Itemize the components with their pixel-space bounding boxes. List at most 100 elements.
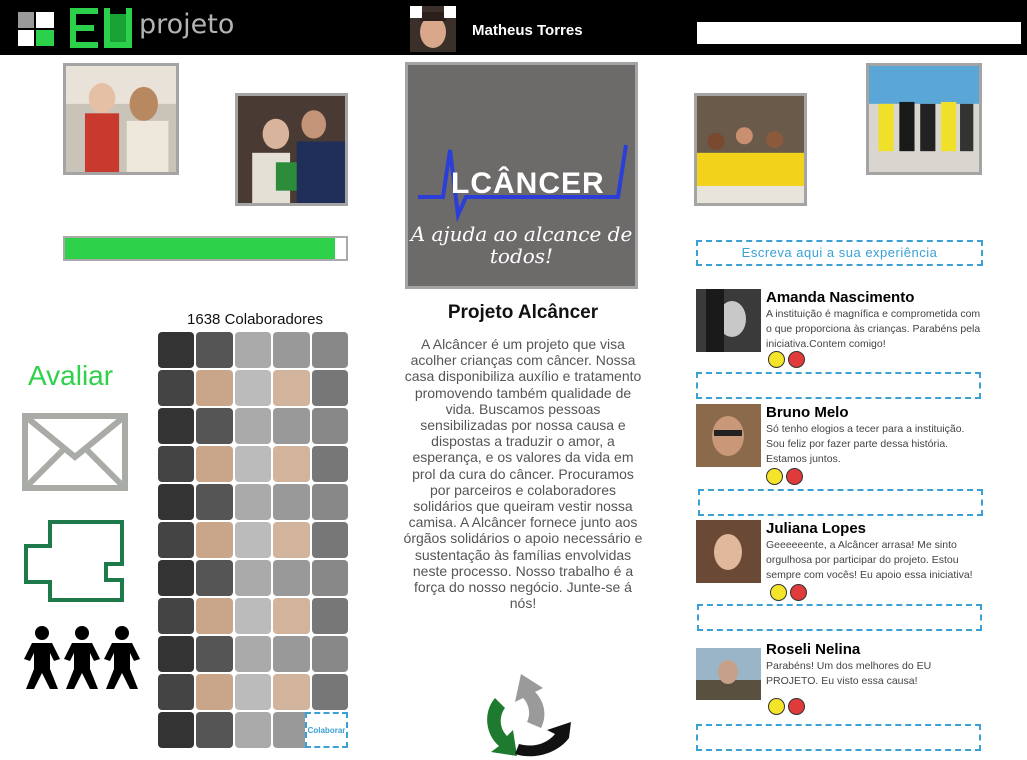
experience-input[interactable]: Escreva aqui a sua experiência	[696, 240, 983, 266]
commenter-avatar[interactable]	[696, 289, 761, 352]
recycle-icon[interactable]	[473, 668, 573, 760]
logo-eu-badge[interactable]	[70, 8, 132, 48]
collaborator-avatar[interactable]	[311, 636, 348, 672]
collaborator-avatar[interactable]	[158, 674, 195, 710]
commenter-avatar[interactable]	[696, 520, 761, 583]
collaborator-avatar[interactable]	[234, 712, 272, 748]
project-photo[interactable]	[694, 93, 807, 206]
commenter-avatar[interactable]	[696, 648, 761, 700]
reply-input[interactable]	[698, 489, 983, 516]
collaborator-avatar[interactable]	[273, 560, 310, 596]
collaborator-avatar[interactable]	[311, 446, 348, 482]
project-brand-card: LCÂNCER A ajuda ao alcance de todos!	[405, 62, 638, 289]
collaborator-avatar[interactable]	[273, 332, 310, 368]
collaborator-avatar[interactable]	[234, 484, 272, 520]
collaborator-avatar[interactable]	[196, 484, 233, 520]
dislike-smiley-icon[interactable]	[786, 468, 803, 485]
commenter-name[interactable]: Juliana Lopes	[766, 520, 866, 537]
collaborator-avatar[interactable]	[311, 674, 348, 710]
collaborator-avatar[interactable]	[234, 598, 272, 634]
collaborator-avatar[interactable]	[158, 522, 195, 558]
collaborator-avatar[interactable]	[311, 370, 348, 406]
collaborator-avatar[interactable]	[158, 712, 195, 748]
collaborator-avatar[interactable]	[311, 598, 348, 634]
progress-fill	[65, 238, 335, 259]
collaborator-avatar[interactable]	[196, 560, 233, 596]
collaborator-avatar[interactable]	[311, 560, 348, 596]
dislike-smiley-icon[interactable]	[790, 584, 807, 601]
collaborator-avatar[interactable]	[158, 598, 195, 634]
collaborate-button[interactable]: Colaborar	[305, 712, 348, 748]
collaborator-avatar[interactable]	[273, 370, 310, 406]
like-smiley-icon[interactable]	[770, 584, 787, 601]
like-smiley-icon[interactable]	[768, 698, 785, 715]
collaborator-avatar[interactable]	[234, 560, 272, 596]
comment-text: Geeeeeente, a Alcâncer arrasa! Me sinto …	[766, 539, 973, 581]
collaborator-avatar[interactable]	[273, 446, 310, 482]
comment-item: Amanda Nascimento A instituição é magníf…	[696, 289, 991, 369]
dislike-smiley-icon[interactable]	[788, 698, 805, 715]
logo-text[interactable]: projeto	[139, 9, 234, 40]
collaborator-avatar[interactable]	[158, 446, 195, 482]
collaborator-avatar[interactable]	[234, 332, 272, 368]
collaborator-avatar[interactable]	[234, 446, 272, 482]
reply-input[interactable]	[697, 604, 982, 631]
comment-item: Bruno Melo Só tenho elogios a tecer para…	[696, 404, 991, 485]
commenter-name[interactable]: Roseli Nelina	[766, 641, 860, 658]
reply-input[interactable]	[696, 372, 981, 399]
collaborator-avatar[interactable]	[158, 636, 195, 672]
dislike-smiley-icon[interactable]	[788, 351, 805, 368]
collaborator-avatar[interactable]	[234, 408, 272, 444]
collaborator-avatar[interactable]	[273, 636, 310, 672]
like-smiley-icon[interactable]	[766, 468, 783, 485]
collaborator-avatar[interactable]	[158, 370, 195, 406]
collaborator-avatar[interactable]	[196, 370, 233, 406]
collaborator-avatar[interactable]	[234, 636, 272, 672]
user-name[interactable]: Matheus Torres	[472, 22, 583, 39]
search-input[interactable]	[697, 22, 1021, 44]
collaborator-avatar[interactable]	[196, 598, 233, 634]
collaborator-avatar[interactable]	[158, 408, 195, 444]
puzzle-piece-icon[interactable]	[22, 518, 128, 604]
project-photo[interactable]	[235, 93, 348, 206]
envelope-icon[interactable]	[22, 413, 128, 491]
collaborator-avatar[interactable]	[196, 408, 233, 444]
collaborators-count: 1638 Colaboradores	[187, 311, 323, 328]
like-smiley-icon[interactable]	[768, 351, 785, 368]
comment-item: Juliana Lopes Geeeeeente, a Alcâncer arr…	[696, 520, 991, 604]
rate-label[interactable]: Avaliar	[28, 360, 113, 392]
collaborator-avatar[interactable]	[196, 674, 233, 710]
logo-squares-icon	[18, 12, 54, 46]
collaborator-avatar[interactable]	[196, 636, 233, 672]
collaborator-avatar[interactable]	[273, 598, 310, 634]
collaborator-avatar[interactable]	[273, 484, 310, 520]
collaborator-avatar[interactable]	[311, 522, 348, 558]
collaborator-avatar[interactable]	[196, 332, 233, 368]
project-photo[interactable]	[866, 63, 982, 175]
collaborator-avatar[interactable]	[311, 332, 348, 368]
reply-input[interactable]	[696, 724, 981, 751]
collaborator-avatar[interactable]	[196, 522, 233, 558]
collaborator-avatar[interactable]	[311, 408, 348, 444]
people-group-icon[interactable]	[22, 625, 144, 691]
collaborator-avatar[interactable]	[158, 332, 195, 368]
project-photo[interactable]	[63, 63, 179, 175]
collaborator-avatar[interactable]	[196, 446, 233, 482]
commenter-name[interactable]: Bruno Melo	[766, 404, 849, 421]
collaborator-avatar[interactable]	[158, 484, 195, 520]
user-avatar[interactable]	[410, 6, 456, 52]
collaborator-avatar[interactable]	[234, 370, 272, 406]
collaborator-avatar[interactable]	[311, 484, 348, 520]
collaborator-avatar[interactable]	[196, 712, 233, 748]
project-description: A Alcâncer é um projeto que visa acolher…	[403, 336, 643, 612]
collaborator-avatar[interactable]	[273, 674, 310, 710]
brand-tagline: A ajuda ao alcance de todos!	[410, 222, 633, 268]
comment-text: Parabéns! Um dos melhores do EU PROJETO.…	[766, 660, 932, 687]
collaborator-avatar[interactable]	[273, 408, 310, 444]
collaborator-avatar[interactable]	[158, 560, 195, 596]
commenter-avatar[interactable]	[696, 404, 761, 467]
collaborator-avatar[interactable]	[234, 674, 272, 710]
collaborator-avatar[interactable]	[273, 522, 310, 558]
commenter-name[interactable]: Amanda Nascimento	[766, 289, 914, 306]
collaborator-avatar[interactable]	[234, 522, 272, 558]
